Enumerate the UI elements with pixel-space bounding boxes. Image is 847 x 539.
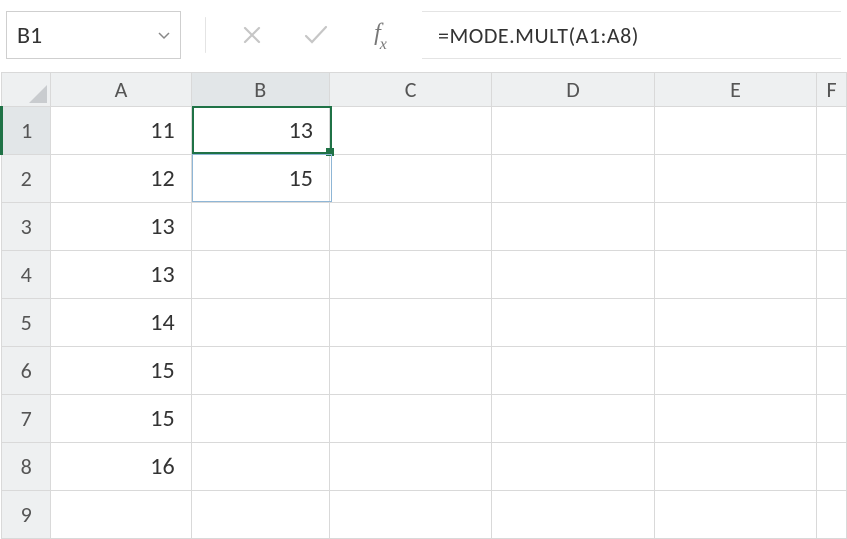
cell-e5[interactable] xyxy=(654,299,816,347)
cell-f1[interactable] xyxy=(817,107,847,155)
cell-a1[interactable]: 11 xyxy=(51,107,191,155)
cell-e1[interactable] xyxy=(654,107,816,155)
cell-d8[interactable] xyxy=(492,443,654,491)
cell-d4[interactable] xyxy=(492,251,654,299)
cell-c1[interactable] xyxy=(329,107,491,155)
cell-c2[interactable] xyxy=(329,155,491,203)
cell-c9[interactable] xyxy=(329,491,491,539)
cell-a7[interactable]: 15 xyxy=(51,395,191,443)
cell-b5[interactable] xyxy=(191,299,329,347)
cell-e7[interactable] xyxy=(654,395,816,443)
cell-b2[interactable]: 15 xyxy=(191,155,329,203)
cell-d1[interactable] xyxy=(492,107,654,155)
column-header-c[interactable]: C xyxy=(329,73,491,107)
cell-b9[interactable] xyxy=(191,491,329,539)
cell-d7[interactable] xyxy=(492,395,654,443)
cell-b1[interactable]: 13 xyxy=(191,107,329,155)
select-all-corner[interactable] xyxy=(2,73,51,107)
cell-f7[interactable] xyxy=(817,395,847,443)
cell-f3[interactable] xyxy=(817,203,847,251)
row-header-9[interactable]: 9 xyxy=(2,491,51,539)
cell-e6[interactable] xyxy=(654,347,816,395)
cell-e9[interactable] xyxy=(654,491,816,539)
cell-f6[interactable] xyxy=(817,347,847,395)
insert-function-button[interactable]: fx xyxy=(358,13,402,57)
confirm-button[interactable] xyxy=(294,13,338,57)
cell-c3[interactable] xyxy=(329,203,491,251)
fx-icon: fx xyxy=(374,20,386,51)
cell-b8[interactable] xyxy=(191,443,329,491)
cell-d2[interactable] xyxy=(492,155,654,203)
formula-input[interactable]: =MODE.MULT(A1:A8) xyxy=(422,11,841,59)
name-box-value: B1 xyxy=(17,21,42,50)
column-header-a[interactable]: A xyxy=(51,73,191,107)
cell-c6[interactable] xyxy=(329,347,491,395)
separator xyxy=(205,17,206,53)
column-header-d[interactable]: D xyxy=(492,73,654,107)
cell-a9[interactable] xyxy=(51,491,191,539)
cell-d6[interactable] xyxy=(492,347,654,395)
cell-e3[interactable] xyxy=(654,203,816,251)
cell-a5[interactable]: 14 xyxy=(51,299,191,347)
row-header-4[interactable]: 4 xyxy=(2,251,51,299)
cell-c8[interactable] xyxy=(329,443,491,491)
row-header-2[interactable]: 2 xyxy=(2,155,51,203)
cell-c7[interactable] xyxy=(329,395,491,443)
cell-f5[interactable] xyxy=(817,299,847,347)
cancel-button[interactable] xyxy=(230,13,274,57)
chevron-down-icon[interactable] xyxy=(158,27,170,44)
cell-e4[interactable] xyxy=(654,251,816,299)
formula-bar: B1 fx =MODE.MULT(A1:A8) xyxy=(0,0,847,72)
cell-c4[interactable] xyxy=(329,251,491,299)
column-header-b[interactable]: B xyxy=(191,73,329,107)
column-header-e[interactable]: E xyxy=(654,73,816,107)
cell-a6[interactable]: 15 xyxy=(51,347,191,395)
cell-f2[interactable] xyxy=(817,155,847,203)
cell-a2[interactable]: 12 xyxy=(51,155,191,203)
cell-d5[interactable] xyxy=(492,299,654,347)
row-header-7[interactable]: 7 xyxy=(2,395,51,443)
cell-f9[interactable] xyxy=(817,491,847,539)
row-header-3[interactable]: 3 xyxy=(2,203,51,251)
cell-a8[interactable]: 16 xyxy=(51,443,191,491)
cell-e2[interactable] xyxy=(654,155,816,203)
cell-f4[interactable] xyxy=(817,251,847,299)
formula-input-value: =MODE.MULT(A1:A8) xyxy=(438,22,639,49)
row-header-1[interactable]: 1 xyxy=(2,107,51,155)
name-box[interactable]: B1 xyxy=(6,11,181,59)
cell-d9[interactable] xyxy=(492,491,654,539)
cell-b3[interactable] xyxy=(191,203,329,251)
cell-d3[interactable] xyxy=(492,203,654,251)
cell-e8[interactable] xyxy=(654,443,816,491)
row-header-5[interactable]: 5 xyxy=(2,299,51,347)
cell-b4[interactable] xyxy=(191,251,329,299)
spreadsheet-grid[interactable]: A B C D E F 1 11 13 2 12 15 3 13 4 13 xyxy=(0,72,847,539)
cell-b7[interactable] xyxy=(191,395,329,443)
row-header-8[interactable]: 8 xyxy=(2,443,51,491)
cell-f8[interactable] xyxy=(817,443,847,491)
cell-a3[interactable]: 13 xyxy=(51,203,191,251)
cell-a4[interactable]: 13 xyxy=(51,251,191,299)
cell-c5[interactable] xyxy=(329,299,491,347)
column-header-f[interactable]: F xyxy=(817,73,847,107)
cell-b6[interactable] xyxy=(191,347,329,395)
row-header-6[interactable]: 6 xyxy=(2,347,51,395)
